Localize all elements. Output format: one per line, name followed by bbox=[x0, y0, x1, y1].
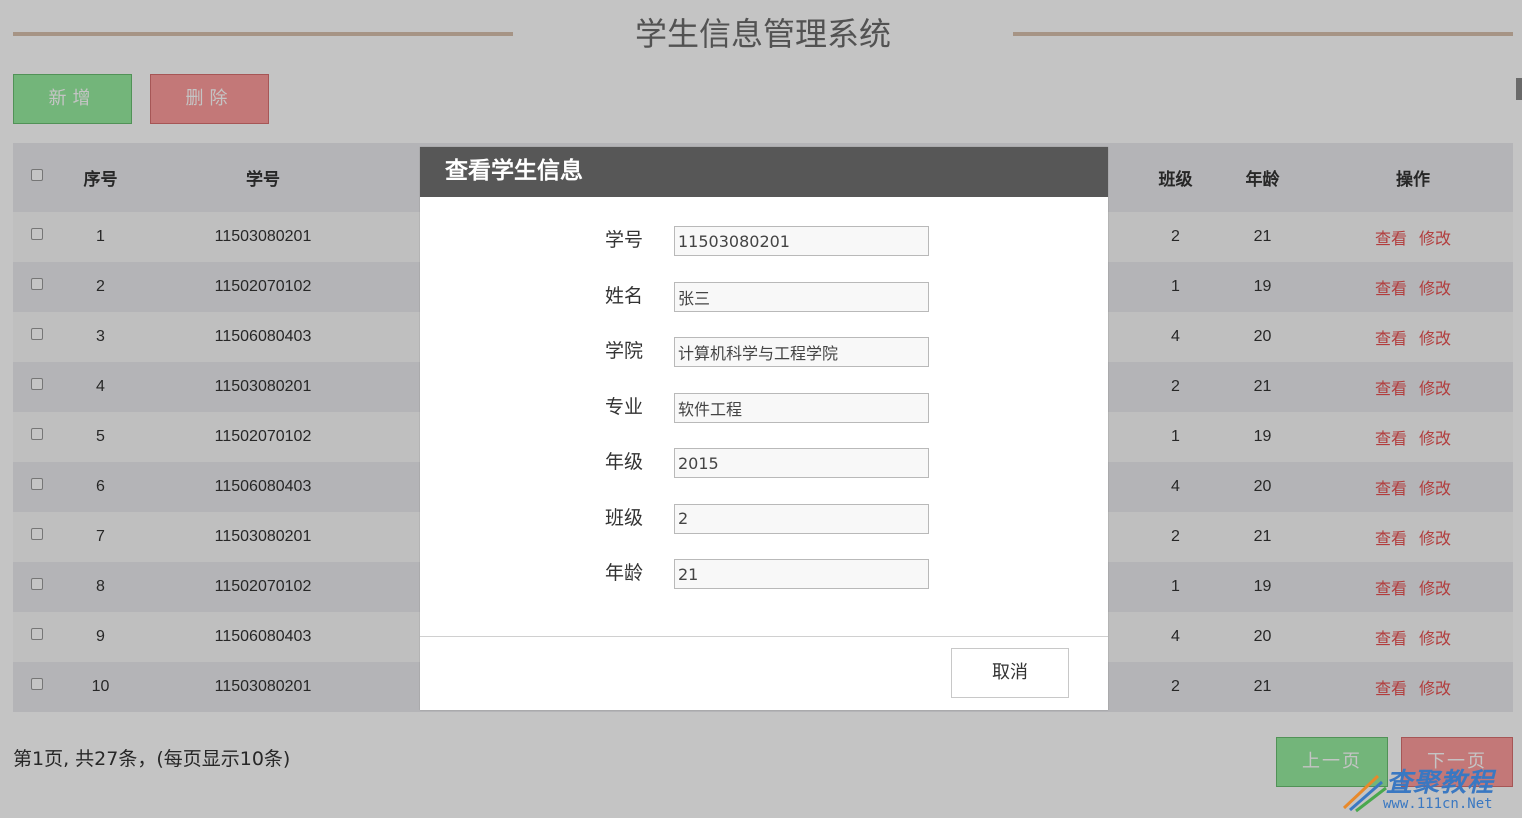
field-input[interactable] bbox=[674, 392, 929, 423]
field-label: 专业 bbox=[604, 395, 643, 418]
dialog-title: 查看学生信息 bbox=[420, 147, 1108, 197]
field-input[interactable] bbox=[674, 559, 929, 589]
form-field: 年龄 bbox=[420, 559, 1108, 591]
form-field: 学院 bbox=[420, 337, 1108, 369]
field-input[interactable] bbox=[674, 226, 929, 256]
field-label: 班级 bbox=[604, 506, 643, 529]
field-input[interactable] bbox=[674, 448, 929, 478]
field-label: 学号 bbox=[604, 229, 643, 251]
form-field: 专业 bbox=[420, 392, 1108, 425]
field-label: 年龄 bbox=[604, 562, 643, 584]
view-student-dialog: 查看学生信息 学号姓名学院专业年级班级年龄 取消 bbox=[420, 147, 1108, 710]
cancel-button[interactable]: 取消 bbox=[951, 648, 1069, 698]
field-label: 姓名 bbox=[604, 284, 643, 307]
form-field: 姓名 bbox=[420, 281, 1108, 314]
field-input[interactable] bbox=[674, 503, 929, 534]
form-field: 学号 bbox=[420, 226, 1108, 258]
field-label: 学院 bbox=[604, 340, 643, 362]
watermark-brand: 査聚教程 bbox=[1386, 768, 1495, 798]
form-field: 班级 bbox=[420, 503, 1108, 536]
watermark: 査聚教程 www.111cn.Net bbox=[1338, 760, 1522, 818]
field-input[interactable] bbox=[674, 281, 929, 312]
field-input[interactable] bbox=[674, 337, 929, 367]
watermark-url: www.111cn.Net bbox=[1383, 796, 1493, 812]
dialog-divider bbox=[420, 636, 1108, 637]
field-label: 年级 bbox=[604, 451, 643, 473]
scrollbar-thumb[interactable] bbox=[1516, 78, 1522, 100]
student-management-page: 学生信息管理系统 新增 删除 序号 学号 班级 年龄 操作 1 115030802… bbox=[0, 0, 1522, 818]
form-field: 年级 bbox=[420, 448, 1108, 480]
